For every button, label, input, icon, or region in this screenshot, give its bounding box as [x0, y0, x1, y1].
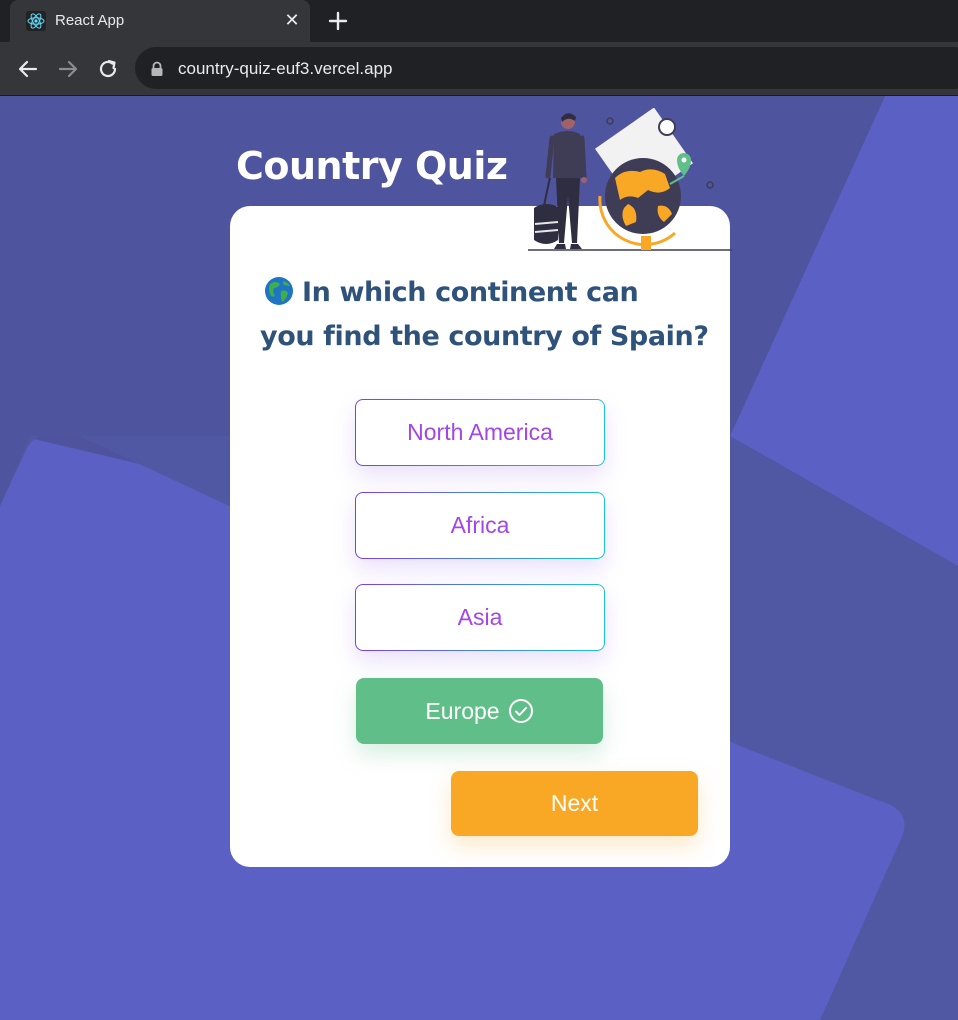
question-text: In which continent can you find the coun…	[260, 271, 720, 359]
quiz-title: Country Quiz	[236, 144, 508, 188]
question-line-2: you find the country of Spain?	[260, 321, 709, 352]
browser-tab-bar: React App ✕	[0, 0, 958, 42]
option-label: Europe	[425, 697, 500, 724]
plus-icon[interactable]	[324, 7, 352, 35]
option-label: Africa	[450, 512, 510, 538]
option-label: Asia	[457, 604, 503, 630]
next-button-label: Next	[550, 790, 599, 816]
browser-tab[interactable]: React App ✕	[10, 0, 310, 42]
globe-emoji-icon	[265, 277, 293, 305]
back-arrow-icon[interactable]	[15, 56, 41, 82]
traveler-globe-illustration	[528, 108, 732, 251]
option-asia-button[interactable]: Asia	[355, 584, 605, 651]
react-logo-icon	[26, 11, 46, 31]
reload-icon[interactable]	[95, 56, 121, 82]
address-bar[interactable]: country-quiz-euf3.vercel.app	[135, 47, 958, 89]
check-circle-icon	[508, 699, 533, 723]
option-north-america-button[interactable]: North America	[355, 399, 605, 466]
option-africa-button[interactable]: Africa	[355, 492, 605, 559]
browser-toolbar: country-quiz-euf3.vercel.app	[0, 42, 958, 95]
close-icon[interactable]: ✕	[280, 8, 304, 32]
option-label: North America	[407, 419, 553, 445]
option-europe-button[interactable]: Europe	[356, 678, 603, 744]
question-line-1: In which continent can	[302, 277, 639, 308]
next-button[interactable]: Next	[451, 771, 698, 836]
quiz-page: Country Quiz In which continent can you …	[0, 96, 958, 1020]
tab-title: React App	[55, 12, 125, 29]
url-text: country-quiz-euf3.vercel.app	[178, 59, 393, 78]
lock-icon[interactable]	[150, 61, 164, 77]
forward-arrow-icon[interactable]	[55, 56, 81, 82]
